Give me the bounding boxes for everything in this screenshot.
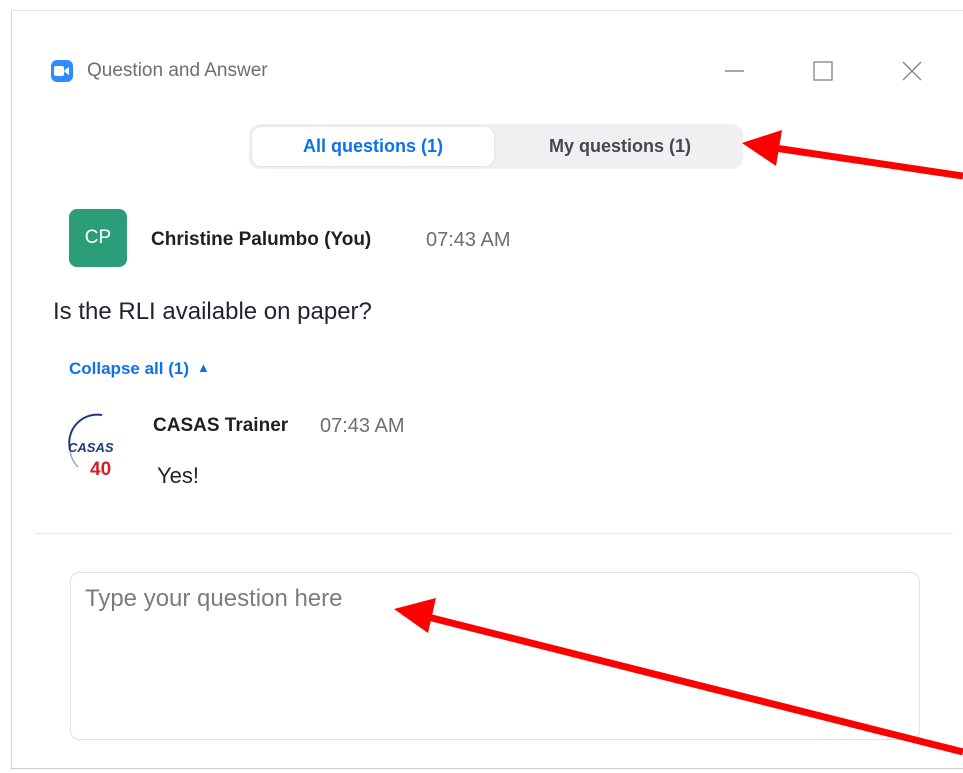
maximize-button[interactable] [808, 56, 838, 86]
tab-my-questions[interactable]: My questions (1) [499, 127, 741, 166]
question-text: Is the RLI available on paper? [53, 298, 372, 325]
casas-logo-text: CASAS [68, 440, 114, 455]
question-input-box [70, 572, 920, 740]
qa-window: Question and Answer All questions (1) My… [0, 0, 963, 773]
collapse-all-link[interactable]: Collapse all (1) ▲ [69, 358, 210, 381]
casas-logo-number: 40 [90, 459, 111, 477]
chevron-up-icon: ▲ [196, 360, 210, 375]
window-border-top [11, 10, 963, 11]
zoom-video-icon [51, 60, 73, 82]
maximize-icon [813, 61, 833, 81]
questions-tab-switch: All questions (1) My questions (1) [249, 124, 743, 169]
close-icon [902, 61, 922, 81]
question-author: Christine Palumbo (You) [151, 229, 372, 250]
window-border-left [11, 10, 12, 770]
divider [35, 533, 953, 534]
question-input[interactable] [85, 583, 905, 729]
annotation-arrow-tabs [742, 130, 963, 180]
window-border-bottom [11, 768, 963, 769]
tab-all-questions[interactable]: All questions (1) [252, 127, 494, 166]
window-title: Question and Answer [87, 60, 268, 81]
collapse-all-label: Collapse all (1) [69, 359, 189, 378]
minimize-button[interactable] [720, 56, 750, 86]
question-time: 07:43 AM [426, 229, 511, 251]
answer-text: Yes! [157, 463, 200, 488]
casas-logo-avatar: CASAS 40 [62, 409, 124, 480]
minimize-icon [725, 70, 744, 72]
answer-author: CASAS Trainer [153, 415, 289, 436]
avatar: CP [69, 209, 127, 267]
answer-time: 07:43 AM [320, 415, 405, 437]
close-button[interactable] [897, 56, 927, 86]
